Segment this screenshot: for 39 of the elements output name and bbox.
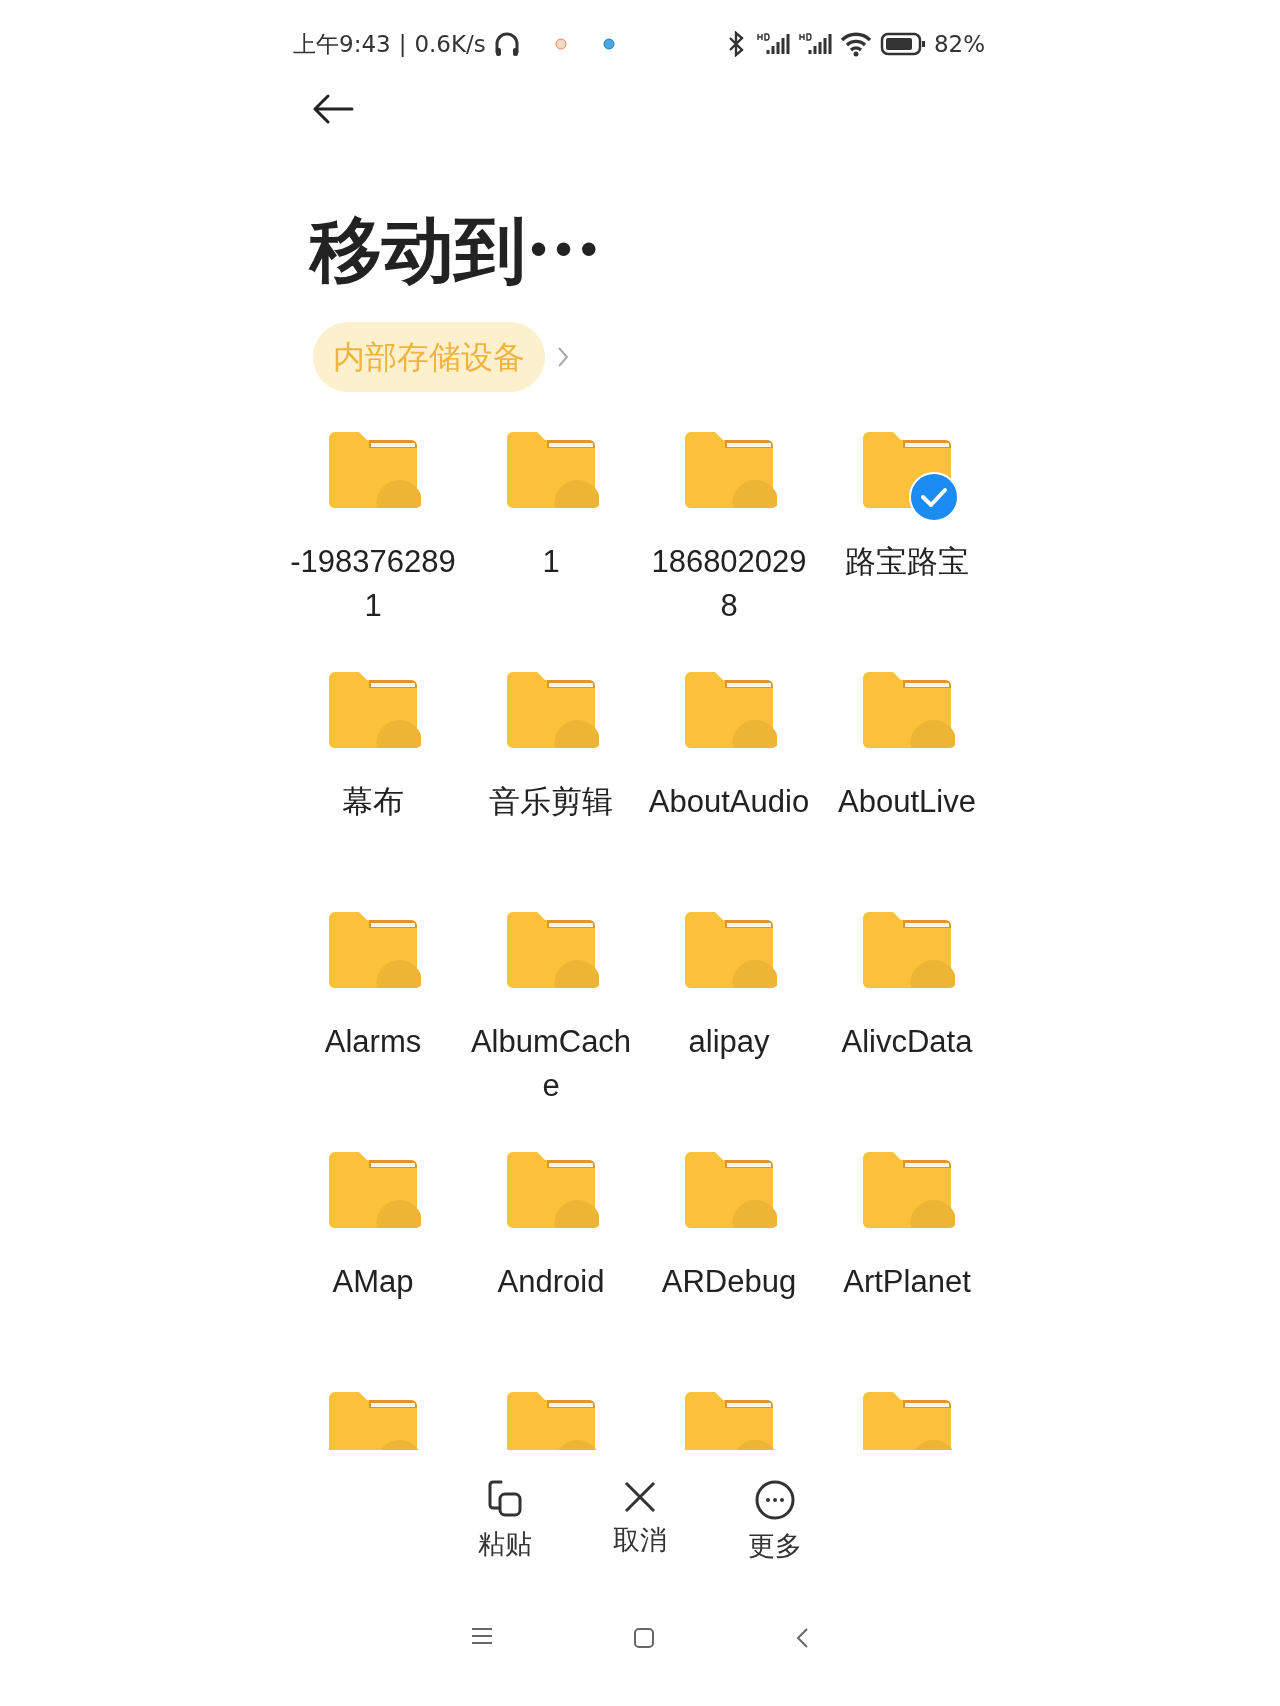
folder-name: AlbumCache bbox=[469, 1023, 633, 1105]
separator-text: | bbox=[398, 29, 407, 59]
folder-name: 1868020298 bbox=[650, 543, 808, 625]
more-icon bbox=[754, 1480, 795, 1520]
notification-icon bbox=[601, 37, 616, 51]
folder-name: 路宝路宝 bbox=[844, 543, 970, 581]
folder-name: AlivcData bbox=[840, 1023, 974, 1061]
folder-name: 幕布 bbox=[341, 783, 405, 821]
home-icon[interactable] bbox=[633, 1626, 655, 1649]
signal-icon bbox=[797, 32, 832, 56]
clock-text: 上午9:43 bbox=[293, 29, 391, 59]
folder-name: AboutLive bbox=[837, 783, 977, 821]
action-button[interactable]: 粘贴 bbox=[437, 1480, 572, 1567]
network-speed-text: 0.6K/s bbox=[414, 29, 486, 59]
wifi-icon bbox=[839, 31, 872, 57]
menu-icon[interactable] bbox=[471, 1626, 493, 1645]
battery-level-text: 82% bbox=[933, 29, 985, 59]
folder-name: alipay bbox=[687, 1023, 771, 1061]
folder-name: Alarms bbox=[323, 1023, 423, 1061]
selected-check-icon bbox=[909, 472, 959, 522]
signal-icon bbox=[755, 32, 790, 56]
action-button[interactable]: 更多 bbox=[707, 1480, 842, 1567]
headphones-icon bbox=[493, 31, 520, 57]
back-icon[interactable] bbox=[312, 94, 354, 124]
folder-name: AboutAudio bbox=[647, 783, 811, 821]
chevron-right-icon bbox=[557, 346, 569, 368]
folder-name: 音乐剪辑 bbox=[488, 783, 614, 821]
battery-icon bbox=[879, 32, 926, 56]
folder-name: ARDebug bbox=[660, 1263, 798, 1301]
notification-icon bbox=[553, 37, 568, 51]
folder-name: ArtPlanet bbox=[842, 1263, 972, 1301]
folder-name: 1 bbox=[541, 543, 561, 581]
action-button[interactable]: 取消 bbox=[572, 1480, 707, 1567]
close-icon bbox=[622, 1480, 657, 1514]
copy-icon bbox=[486, 1480, 523, 1518]
folder-name: AMap bbox=[331, 1263, 415, 1301]
folder-name: Android bbox=[496, 1263, 606, 1301]
page-title: 移动到··· bbox=[310, 206, 603, 294]
folder-name: -1983762891 bbox=[289, 543, 457, 625]
